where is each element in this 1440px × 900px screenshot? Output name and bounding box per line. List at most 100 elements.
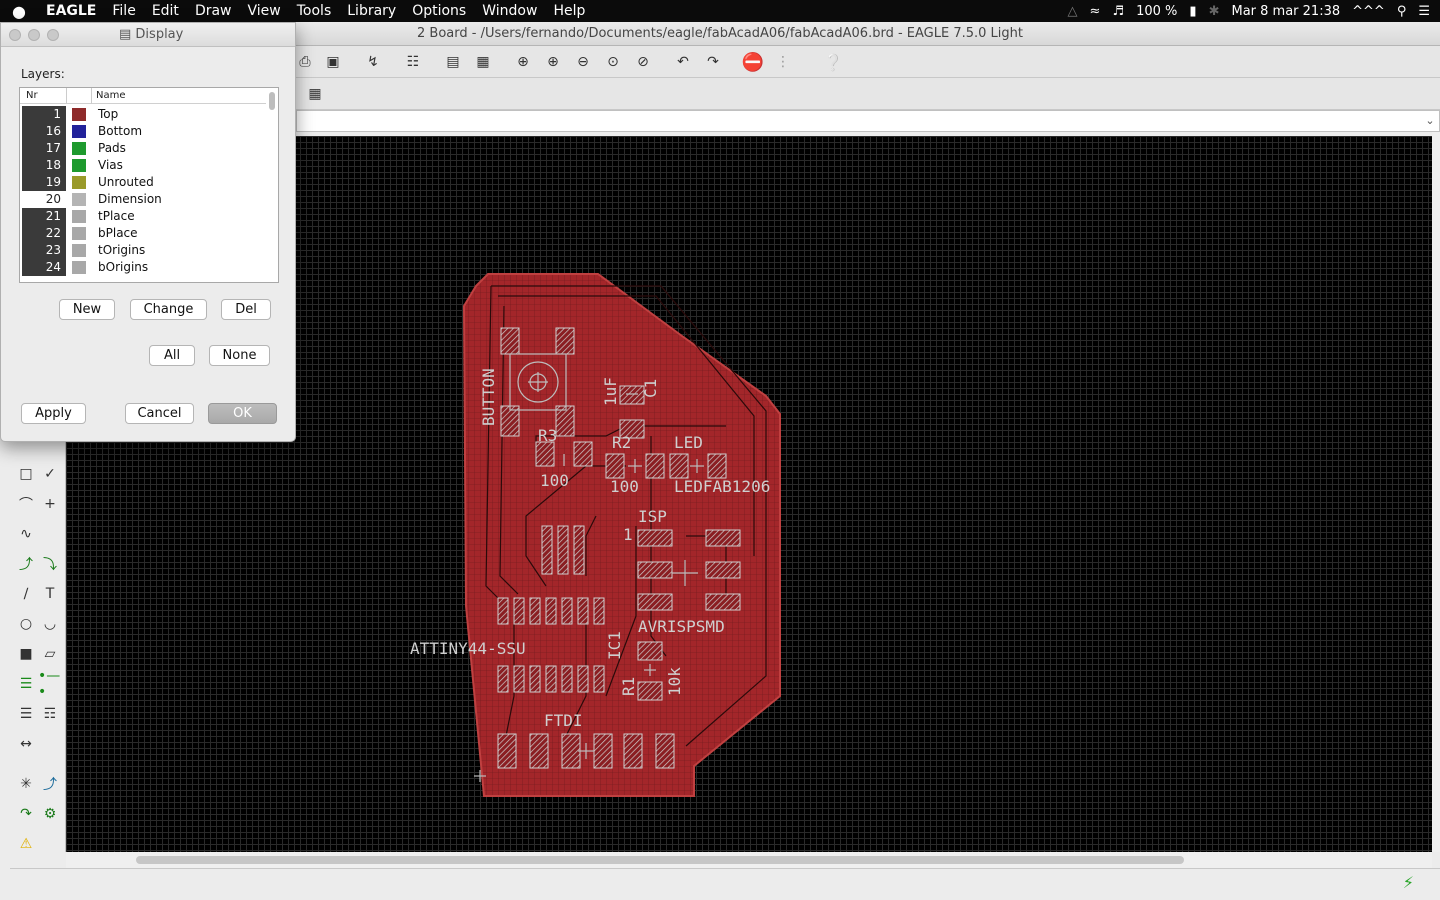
layer-number[interactable]: 21 <box>22 208 66 225</box>
layer-number[interactable]: 17 <box>22 140 66 157</box>
tool-miter-icon[interactable]: ⌒ <box>14 492 38 516</box>
tool-drc-icon[interactable]: ⚙ <box>38 802 62 826</box>
menu-edit[interactable]: Edit <box>144 0 187 22</box>
redo-icon[interactable]: ↷ <box>702 52 724 72</box>
close-window-button[interactable] <box>9 29 21 41</box>
apple-icon[interactable]: ● <box>0 2 38 21</box>
tool-text-icon[interactable]: T <box>38 582 62 606</box>
layer-row[interactable]: 24 bOrigins <box>20 259 266 276</box>
select-none-button[interactable]: None <box>209 345 270 366</box>
layer-number[interactable]: 23 <box>22 242 66 259</box>
layers-list-scrollbar[interactable] <box>268 90 276 280</box>
battery-icon[interactable]: ▮ <box>1189 4 1196 19</box>
tool-dimension-icon[interactable]: ↔ <box>14 732 38 756</box>
zoom-out-icon[interactable]: ⊖ <box>572 52 594 72</box>
menu-library[interactable]: Library <box>339 0 404 22</box>
layer-row[interactable]: 17 Pads <box>20 140 266 157</box>
menu-view[interactable]: View <box>240 0 289 22</box>
spotlight-icon[interactable]: ⚲ <box>1397 4 1407 19</box>
tool-arc-icon[interactable]: ◡ <box>38 612 62 636</box>
select-all-button[interactable]: All <box>149 345 195 366</box>
zoom-select-icon[interactable]: ⊘ <box>632 52 654 72</box>
layer-number[interactable]: 22 <box>22 225 66 242</box>
column-name[interactable]: Name <box>96 90 126 101</box>
apply-button[interactable]: Apply <box>21 403 86 424</box>
horizontal-scrollbar[interactable] <box>66 852 1432 868</box>
layer-number[interactable]: 19 <box>22 174 66 191</box>
vertical-scrollbar[interactable] <box>1432 132 1440 852</box>
layer-row[interactable]: 22 bPlace <box>20 225 266 242</box>
print-icon[interactable]: ⎙ <box>294 52 316 72</box>
layer-row[interactable]: 23 tOrigins <box>20 242 266 259</box>
layers-list[interactable]: Nr Name 1 Top 16 Bottom 17 Pads 18 Vias 19 Unrout… <box>19 87 279 283</box>
menu-help[interactable]: Help <box>545 0 593 22</box>
tool-optimize-icon[interactable]: ↷ <box>14 802 38 826</box>
ulp-icon[interactable]: ↯ <box>362 52 384 72</box>
undo-icon[interactable]: ↶ <box>672 52 694 72</box>
tool-icon-b[interactable]: ✓ <box>38 462 62 486</box>
menu-file[interactable]: File <box>104 0 143 22</box>
layer-row[interactable]: 20 Dimension <box>20 191 266 208</box>
zoom-redraw-icon[interactable]: ⊙ <box>602 52 624 72</box>
help-icon[interactable]: ❔ <box>822 52 844 72</box>
menu-app-name[interactable]: EAGLE <box>38 0 104 22</box>
layer-number[interactable]: 24 <box>22 259 66 276</box>
cancel-button[interactable]: Cancel <box>125 403 194 424</box>
delete-layer-button[interactable]: Del <box>221 299 271 320</box>
tool-icon-a[interactable]: □ <box>14 462 38 486</box>
scrollbar-thumb[interactable] <box>269 92 275 110</box>
battery-percent[interactable]: 100 % <box>1136 4 1177 19</box>
lightning-icon[interactable]: ⚡ <box>1403 873 1414 892</box>
layer-row[interactable]: 21 tPlace <box>20 208 266 225</box>
command-line-input[interactable]: ⌄ <box>296 110 1440 132</box>
layer-number[interactable]: 1 <box>22 106 66 123</box>
wifi-icon[interactable]: ≈ <box>1090 4 1101 19</box>
tool-ratsnest-icon[interactable]: ✳ <box>14 772 38 796</box>
notification-center-icon[interactable]: ☰ <box>1418 4 1430 19</box>
tool-ripup-icon[interactable]: ⤵ <box>38 552 62 576</box>
menu-window[interactable]: Window <box>474 0 545 22</box>
zoom-fit-icon[interactable]: ⊕ <box>512 52 534 72</box>
tool-wire-icon[interactable]: ∕ <box>14 582 38 606</box>
tool-via-icon[interactable]: ☰ <box>14 672 38 696</box>
layer-row[interactable]: 19 Unrouted <box>20 174 266 191</box>
volume-icon[interactable]: ♬ <box>1112 4 1124 19</box>
tool-rect-icon[interactable]: ■ <box>14 642 38 666</box>
zoom-window-button[interactable] <box>47 29 59 41</box>
new-layer-button[interactable]: New <box>59 299 115 320</box>
tool-circle-icon[interactable]: ○ <box>14 612 38 636</box>
layer-row[interactable]: 16 Bottom <box>20 123 266 140</box>
tool-signal-icon[interactable]: •—• <box>38 668 62 700</box>
tool-polygon-icon[interactable]: ▱ <box>38 642 62 666</box>
change-layer-button[interactable]: Change <box>130 299 207 320</box>
layer-settings-icon[interactable]: ☷ <box>402 52 424 72</box>
stop-icon[interactable]: ⛔ <box>742 52 764 73</box>
ok-button[interactable]: OK <box>208 403 277 424</box>
layer-row[interactable]: 1 Top <box>20 106 266 123</box>
adobe-icon[interactable]: △ <box>1068 4 1078 19</box>
layer-number[interactable]: 20 <box>22 191 66 208</box>
bluetooth-icon[interactable]: ✱ <box>1209 4 1220 19</box>
clock[interactable]: Mar 8 mar 21:38 <box>1231 4 1340 19</box>
scrollbar-thumb[interactable] <box>136 856 1184 864</box>
layer-number[interactable]: 18 <box>22 157 66 174</box>
warning-icon[interactable]: ⚠ <box>14 832 38 856</box>
script-icon[interactable]: ▤ <box>442 52 464 72</box>
column-nr[interactable]: Nr <box>26 90 38 101</box>
extra-status[interactable]: ^^^ <box>1352 4 1385 19</box>
tool-hole-icon[interactable]: ☰ <box>14 702 38 726</box>
cam-processor-icon[interactable]: ▣ <box>322 52 344 72</box>
minimize-window-button[interactable] <box>28 29 40 41</box>
menu-tools[interactable]: Tools <box>289 0 340 22</box>
tool-route-icon[interactable]: ⤴ <box>14 552 38 576</box>
go-icon[interactable]: ⋮ <box>772 52 794 72</box>
layer-number[interactable]: 16 <box>22 123 66 140</box>
tool-autorouter-icon[interactable]: ⤴ <box>38 772 62 796</box>
tool-meander-icon[interactable]: ∿ <box>14 522 38 546</box>
tool-attribute-icon[interactable]: ☶ <box>38 702 62 726</box>
grid-icon[interactable]: ▦ <box>304 84 326 104</box>
zoom-in-icon[interactable]: ⊕ <box>542 52 564 72</box>
run-ulp-icon[interactable]: ▦ <box>472 52 494 72</box>
layer-row[interactable]: 18 Vias <box>20 157 266 174</box>
tool-cross-icon[interactable]: + <box>38 492 62 516</box>
